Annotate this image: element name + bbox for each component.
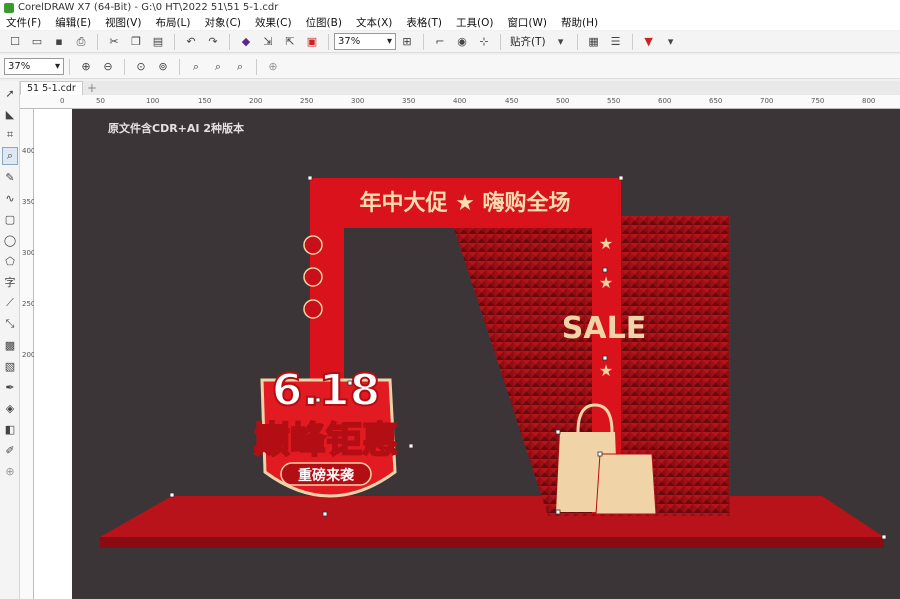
selection-handle[interactable] [881, 534, 887, 540]
star-icon: ★ [599, 273, 613, 292]
selection-handle[interactable] [555, 509, 561, 515]
badge-sub-text: 重磅来袭 [298, 467, 355, 484]
sale-text: SALE [562, 311, 646, 346]
arch-banner-text: 年中大促 ★ 嗨购全场 [359, 190, 570, 216]
selection-handle[interactable] [169, 492, 175, 498]
badge-number: 6.18 [272, 365, 381, 416]
stage-floor [100, 496, 884, 537]
selection-handle[interactable] [618, 175, 624, 181]
heel-circle-icon [303, 299, 323, 319]
badge-main-text: 巅峰钜惠 [254, 420, 398, 461]
selection-handle[interactable] [347, 380, 353, 386]
shopping-bag-small-icon [595, 453, 657, 515]
selection-handle[interactable] [322, 511, 328, 517]
shoe-circle-icon [303, 267, 323, 287]
selection-handle[interactable] [315, 397, 321, 403]
selection-handle[interactable] [555, 429, 561, 435]
artwork-canvas[interactable]: 年中大促 ★ 嗨购全场 ★ ★ ★ SALE 6.18 巅峰钜惠 重磅来袭 [0, 0, 900, 599]
selection-handle[interactable] [408, 443, 414, 449]
selection-handle[interactable] [602, 267, 608, 273]
selection-handle[interactable] [597, 451, 603, 457]
star-icon: ★ [599, 361, 613, 380]
selection-handle[interactable] [602, 355, 608, 361]
gift-circle-icon [303, 235, 323, 255]
star-icon: ★ [599, 234, 613, 253]
selection-handle[interactable] [307, 175, 313, 181]
stage-floor-edge [100, 537, 884, 548]
